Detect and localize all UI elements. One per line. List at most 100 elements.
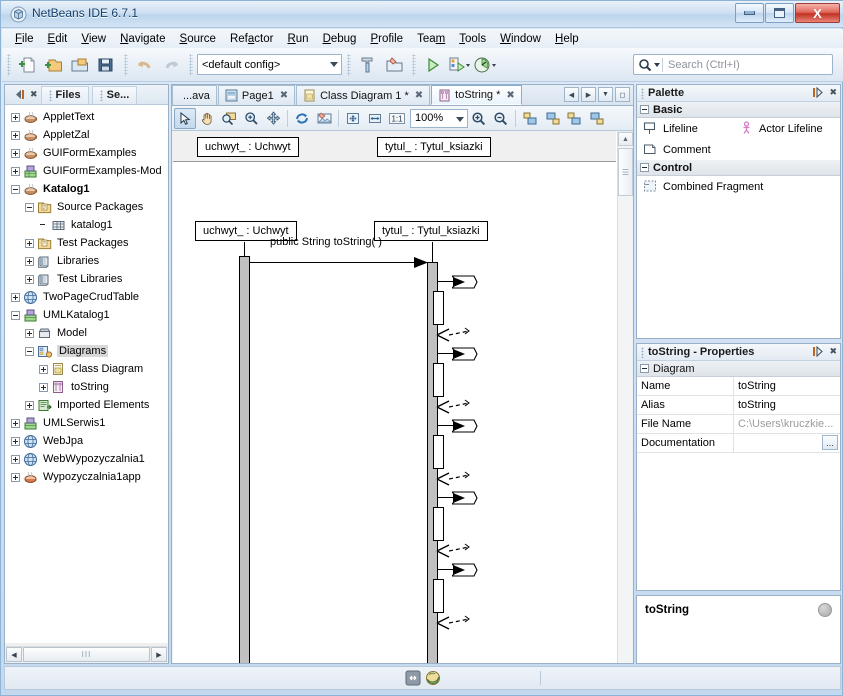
- expand-icon[interactable]: [39, 382, 48, 392]
- collapse-basic-icon[interactable]: [640, 105, 649, 114]
- expand-icon[interactable]: [25, 238, 34, 248]
- maximize-button[interactable]: [765, 3, 794, 23]
- explorer-tab-services[interactable]: Se...: [91, 85, 138, 104]
- tree-node-applettext[interactable]: AppletText: [5, 108, 168, 126]
- search-dropdown-icon[interactable]: [654, 62, 660, 67]
- tree-node-katalog1[interactable]: katalog1: [5, 216, 168, 234]
- select-tool-icon[interactable]: [174, 107, 196, 129]
- expand-icon[interactable]: [11, 148, 20, 158]
- property-row-name[interactable]: Name toString: [637, 377, 840, 396]
- float-palette-icon[interactable]: [812, 87, 824, 98]
- collapse-icon[interactable]: [11, 310, 20, 320]
- close-window-group-icon[interactable]: ✖: [30, 89, 38, 100]
- scroll-tabs-right-button[interactable]: ▶: [581, 87, 596, 102]
- zoom-level-combo[interactable]: 100%: [410, 108, 468, 128]
- open-project-icon[interactable]: [67, 52, 93, 78]
- tree-node-test-libraries[interactable]: Test Libraries: [5, 270, 168, 288]
- property-row-alias[interactable]: Alias toString: [637, 396, 840, 415]
- self-activation-2[interactable]: [433, 363, 444, 397]
- maximize-editor-button[interactable]: ◻: [615, 87, 630, 102]
- header-lifeline-tytul[interactable]: tytul_ : Tytul_ksiazki: [377, 137, 491, 157]
- editor-tab-page1-close-icon[interactable]: ✖: [280, 90, 288, 101]
- canvas-vertical-scrollbar[interactable]: ▲ ☰: [617, 132, 633, 663]
- debug-icon[interactable]: [446, 52, 472, 78]
- fit-width-icon[interactable]: [364, 108, 386, 129]
- message-arrow-tostring[interactable]: [250, 262, 428, 263]
- property-value-name[interactable]: toString: [734, 377, 840, 395]
- palette-item-comment[interactable]: Comment: [643, 142, 711, 157]
- undo-icon[interactable]: [132, 52, 158, 78]
- expand-icon[interactable]: [11, 436, 20, 446]
- palette-item-lifeline[interactable]: Lifeline: [643, 121, 739, 136]
- lifeline-head-tytul[interactable]: tytul_ : Tytul_ksiazki: [374, 221, 488, 241]
- refresh-layout-icon[interactable]: [291, 108, 313, 129]
- save-all-icon[interactable]: [93, 52, 119, 78]
- tree-node-umlkatalog1[interactable]: UMLKatalog1: [5, 306, 168, 324]
- tree-node-model[interactable]: Model: [5, 324, 168, 342]
- collapse-icon[interactable]: [25, 346, 34, 356]
- zoom-out-icon[interactable]: [490, 108, 512, 129]
- menu-view[interactable]: View: [74, 31, 113, 47]
- collapse-diagram-group-icon[interactable]: [640, 364, 649, 373]
- self-return-arrow-4[interactable]: [435, 543, 471, 559]
- scroll-up-button[interactable]: ▲: [618, 132, 633, 146]
- config-combo[interactable]: <default config>: [197, 54, 342, 75]
- tab-list-dropdown-button[interactable]: ▼: [598, 87, 613, 102]
- expand-icon[interactable]: [25, 274, 34, 284]
- expand-icon[interactable]: [11, 112, 20, 122]
- menu-profile[interactable]: Profile: [363, 31, 410, 47]
- tree-node-appletzal[interactable]: AppletZal: [5, 126, 168, 144]
- self-activation-1[interactable]: [433, 291, 444, 325]
- expand-icon[interactable]: [39, 364, 48, 374]
- scroll-tabs-left-button[interactable]: ◀: [564, 87, 579, 102]
- header-lifeline-uchwyt[interactable]: uchwyt_ : Uchwyt: [197, 137, 299, 157]
- menu-edit[interactable]: Edit: [41, 31, 75, 47]
- tree-node-diagrams[interactable]: Diagrams: [5, 342, 168, 360]
- property-value-alias[interactable]: toString: [734, 396, 840, 414]
- toolbar-grip-5[interactable]: [412, 53, 416, 76]
- editor-tab-tostring-close-icon[interactable]: ✖: [506, 90, 514, 101]
- tree-node-libraries[interactable]: Libraries: [5, 252, 168, 270]
- scroll-thumb[interactable]: III: [23, 647, 150, 662]
- tree-node-katalog1[interactable]: Katalog1: [5, 180, 168, 198]
- clean-build-icon[interactable]: [381, 52, 407, 78]
- expand-icon[interactable]: [11, 292, 20, 302]
- run-icon[interactable]: [420, 52, 446, 78]
- tree-node-class-diagram[interactable]: Class Diagram: [5, 360, 168, 378]
- editor-tab-java[interactable]: ...ava: [172, 85, 217, 105]
- tree-node-test-packages[interactable]: Test Packages: [5, 234, 168, 252]
- palette-item-actor-lifeline[interactable]: Actor Lifeline: [739, 121, 823, 136]
- collapse-icon[interactable]: [11, 184, 20, 194]
- tree-node-umlserwis1[interactable]: UMLSerwis1: [5, 414, 168, 432]
- align-left-icon[interactable]: [519, 108, 541, 129]
- property-value-documentation[interactable]: ...: [734, 434, 840, 452]
- tree-node-webwypozyczalnia1[interactable]: WebWypozyczalnia1: [5, 450, 168, 468]
- pan-tool-icon[interactable]: [196, 108, 218, 129]
- menu-refactor[interactable]: Refactor: [223, 31, 280, 47]
- tree-node-tostring[interactable]: toString: [5, 378, 168, 396]
- menu-tools[interactable]: Tools: [452, 31, 493, 47]
- tree-node-webjpa[interactable]: WebJpa: [5, 432, 168, 450]
- self-activation-5[interactable]: [433, 579, 444, 613]
- minimize-window-group-icon[interactable]: [14, 89, 26, 100]
- palette-group-control[interactable]: Control: [637, 160, 840, 176]
- diagram-canvas[interactable]: uchwyt_ : Uchwyt tytul_ : Tytul_ksiazki: [173, 163, 616, 663]
- toolbar-grip-3[interactable]: [189, 53, 193, 76]
- expand-icon[interactable]: [25, 256, 34, 266]
- menu-run[interactable]: Run: [280, 31, 315, 47]
- zoom-in-icon[interactable]: [468, 108, 490, 129]
- editor-tab-tostring[interactable]: toString * ✖: [431, 85, 522, 105]
- move-tool-icon[interactable]: [262, 108, 284, 129]
- self-activation-4[interactable]: [433, 507, 444, 541]
- palette-item-combined-fragment[interactable]: Combined Fragment: [643, 179, 763, 194]
- palette-group-basic[interactable]: Basic: [637, 102, 840, 118]
- expand-icon[interactable]: [11, 454, 20, 464]
- menu-window[interactable]: Window: [493, 31, 548, 47]
- zoom-region-icon[interactable]: [218, 108, 240, 129]
- export-image-icon[interactable]: [313, 108, 335, 129]
- menu-help[interactable]: Help: [548, 31, 586, 47]
- expand-icon[interactable]: [25, 400, 34, 410]
- align-right-icon[interactable]: [541, 108, 563, 129]
- menu-file[interactable]: File: [8, 31, 41, 47]
- search-input[interactable]: Search (Ctrl+I): [633, 54, 833, 75]
